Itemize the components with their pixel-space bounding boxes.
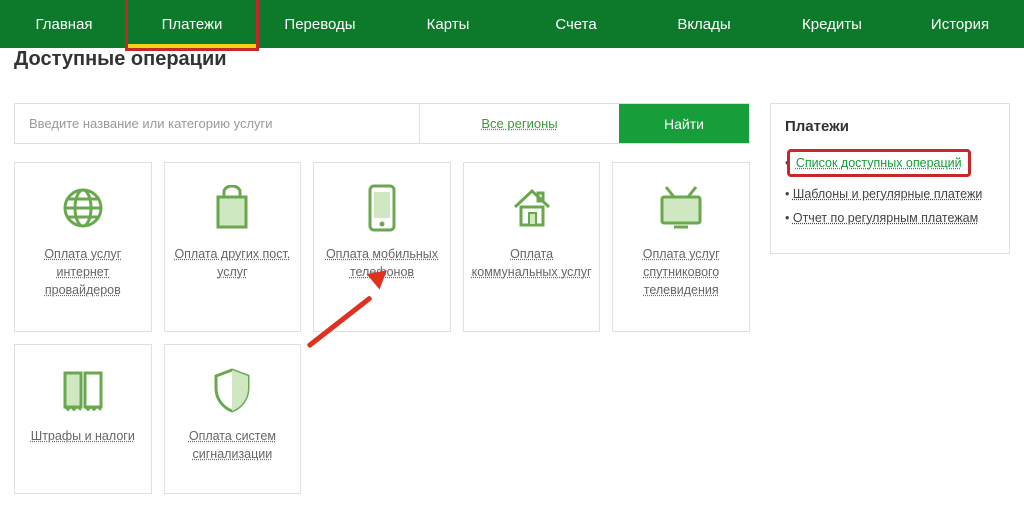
card-label: Оплата услуг спутникового телевидения (619, 245, 743, 299)
sidebar-item-available-ops[interactable]: Список доступных операций (785, 149, 995, 177)
nav-item-deposits[interactable]: Вклады (640, 0, 768, 48)
search-bar: Все регионы Найти (14, 103, 750, 144)
page-body: Все регионы Найти Оплата услуг интернет … (0, 85, 1024, 494)
nav-item-payments[interactable]: Платежи (128, 0, 256, 48)
category-grid: Оплата услуг интернет провайдеров Оплата… (14, 162, 750, 494)
card-fines-taxes[interactable]: Штрафы и налоги (14, 344, 152, 494)
highlight-box: Список доступных операций (787, 149, 971, 177)
globe-icon (61, 181, 105, 235)
card-label: Штрафы и налоги (31, 427, 135, 445)
card-utilities[interactable]: Оплата коммунальных услуг (463, 162, 601, 332)
sidebar-item-report[interactable]: Отчет по регулярным платежам (785, 211, 995, 225)
nav-item-cards[interactable]: Карты (384, 0, 512, 48)
bag-icon (212, 181, 252, 235)
nav-item-main[interactable]: Главная (0, 0, 128, 48)
search-input[interactable] (15, 104, 419, 143)
sidebar-link[interactable]: Список доступных операций (796, 156, 962, 170)
main-column: Все регионы Найти Оплата услуг интернет … (14, 103, 750, 494)
card-label: Оплата систем сигнализации (171, 427, 295, 463)
shield-icon (211, 363, 253, 417)
find-button[interactable]: Найти (619, 104, 749, 143)
sidebar-item-templates[interactable]: Шаблоны и регулярные платежи (785, 187, 995, 201)
nav-label: Главная (35, 16, 92, 33)
card-internet[interactable]: Оплата услуг интернет провайдеров (14, 162, 152, 332)
nav-label: История (931, 16, 989, 33)
nav-label: Счета (555, 16, 596, 33)
card-label: Оплата коммунальных услуг (470, 245, 594, 281)
house-icon (509, 181, 555, 235)
region-select[interactable]: Все регионы (419, 104, 619, 143)
sidebar-column: Платежи Список доступных операций Шаблон… (770, 103, 1010, 254)
nav-item-credits[interactable]: Кредиты (768, 0, 896, 48)
nav-item-accounts[interactable]: Счета (512, 0, 640, 48)
receipt-icon (61, 363, 105, 417)
nav-item-history[interactable]: История (896, 0, 1024, 48)
sidebar-link[interactable]: Отчет по регулярным платежам (793, 211, 978, 225)
page-title: Доступные операции (0, 48, 1024, 71)
sidebar-title: Платежи (785, 118, 995, 135)
sidebar-panel: Платежи Список доступных операций Шаблон… (770, 103, 1010, 254)
nav-label: Карты (427, 16, 470, 33)
card-satellite-tv[interactable]: Оплата услуг спутникового телевидения (612, 162, 750, 332)
sidebar-link[interactable]: Шаблоны и регулярные платежи (793, 187, 982, 201)
tv-icon (656, 181, 706, 235)
nav-item-transfers[interactable]: Переводы (256, 0, 384, 48)
nav-label: Кредиты (802, 16, 862, 33)
phone-icon (367, 181, 397, 235)
card-label: Оплата услуг интернет провайдеров (21, 245, 145, 299)
card-label: Оплата мобильных телефонов (320, 245, 444, 281)
nav-label: Вклады (677, 16, 730, 33)
card-alarm-systems[interactable]: Оплата систем сигнализации (164, 344, 302, 494)
top-nav: Главная Платежи Переводы Карты Счета Вкл… (0, 0, 1024, 48)
card-label: Оплата других пост. услуг (171, 245, 295, 281)
nav-label: Платежи (162, 16, 223, 33)
nav-label: Переводы (284, 16, 355, 33)
sidebar-list: Список доступных операций Шаблоны и регу… (785, 149, 995, 225)
card-other-services[interactable]: Оплата других пост. услуг (164, 162, 302, 332)
card-mobile[interactable]: Оплата мобильных телефонов (313, 162, 451, 332)
